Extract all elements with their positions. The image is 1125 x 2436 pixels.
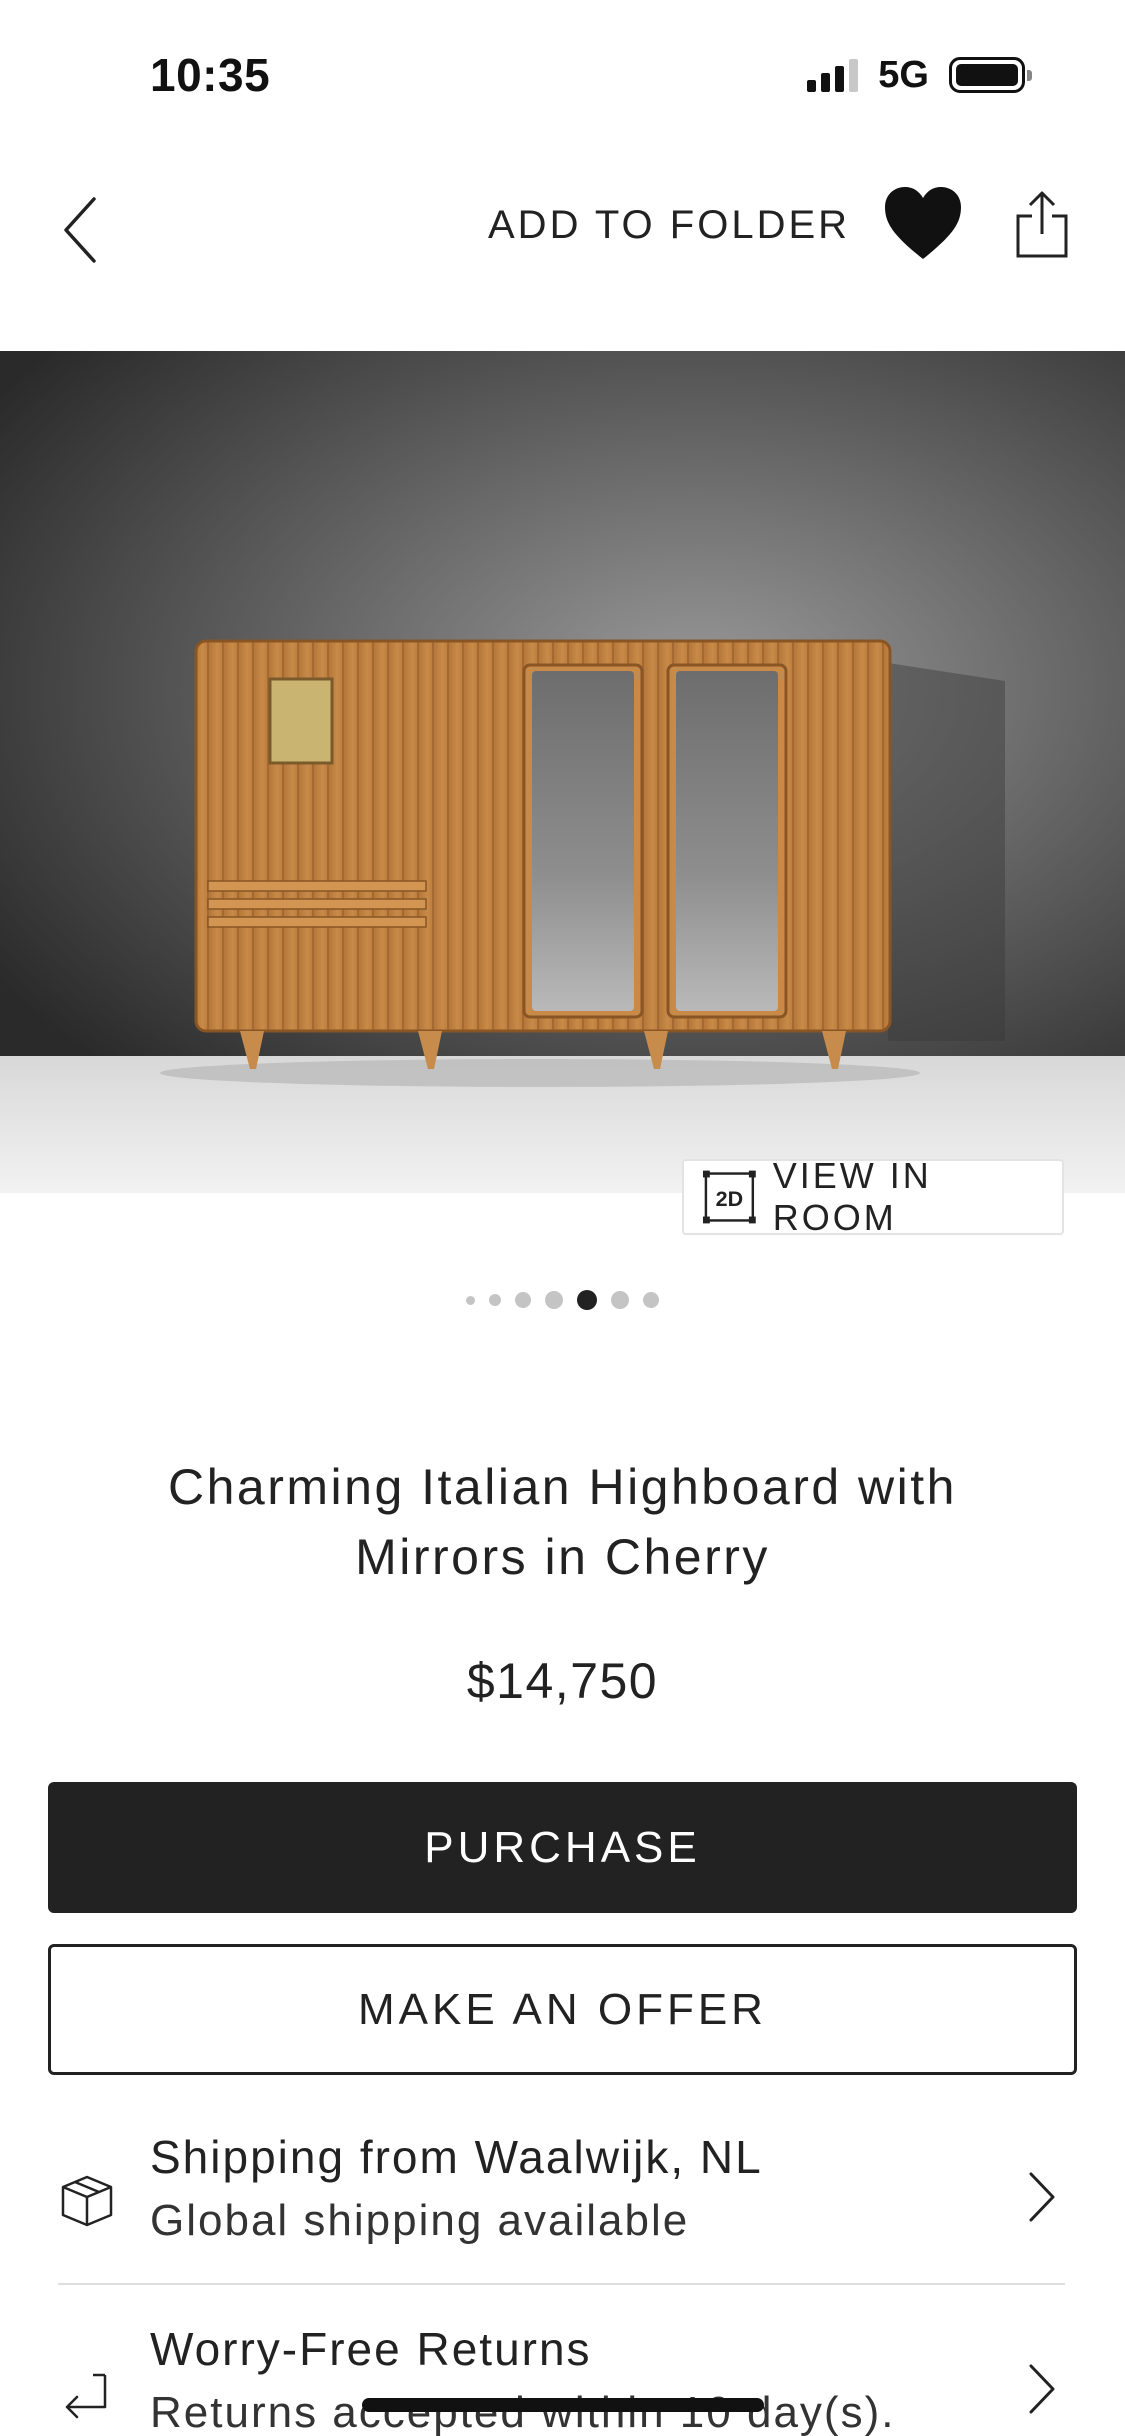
view-in-room-badge: 2D [716,1187,743,1211]
view-in-room-button[interactable]: 2D VIEW IN ROOM [682,1155,1064,1238]
status-bar: 10:35 5G [0,0,1125,150]
2d-frame-icon: 2D [702,1170,756,1224]
product-image[interactable] [0,351,1125,1193]
return-arrow-icon [56,2362,118,2424]
returns-title: Worry-Free Returns [150,2323,592,2375]
heart-icon [885,187,961,259]
shipping-row[interactable]: Shipping from Waalwijk, NL Global shippi… [48,2120,1077,2280]
highboard-image [0,351,1125,1193]
share-button[interactable] [1010,180,1074,270]
returns-row[interactable]: Worry-Free Returns Returns accepted with… [48,2312,1077,2436]
shipping-subtitle: Global shipping available [150,2196,690,2245]
carousel-dot[interactable] [611,1291,629,1309]
status-time: 10:35 [150,49,271,101]
share-icon [1016,191,1068,258]
product-title: Charming Italian Highboard with Mirrors … [168,1459,957,1585]
battery-icon [949,57,1032,93]
chevron-left-icon [64,197,96,263]
carousel-dot[interactable] [466,1295,475,1305]
package-icon [56,2170,118,2232]
shipping-title: Shipping from Waalwijk, NL [150,2131,763,2183]
purchase-button[interactable]: PURCHASE [48,1782,1077,1913]
back-button[interactable] [40,180,120,280]
row-divider [58,2283,1065,2285]
carousel-dot[interactable] [515,1292,531,1308]
product-price: $14,750 [466,1653,659,1709]
view-in-room-label: VIEW IN ROOM [772,1155,932,1238]
status-indicators: 5G [807,53,1032,96]
network-label: 5G [878,53,929,96]
chevron-right-icon [1017,2354,1067,2424]
returns-subtitle: Returns accepted within 10 day(s). [150,2388,896,2436]
nav-bar: ADD TO FOLDER [0,150,1125,350]
carousel-dot[interactable] [545,1291,563,1309]
carousel-dots[interactable] [0,1280,1125,1320]
chevron-right-icon [1017,2162,1067,2232]
carousel-dot[interactable] [643,1292,659,1308]
carousel-dot[interactable] [489,1294,501,1306]
favorite-button[interactable] [880,178,966,268]
home-indicator[interactable] [362,2398,764,2412]
signal-icon [807,58,859,92]
carousel-dot-active[interactable] [577,1290,597,1310]
add-to-folder-button[interactable]: ADD TO FOLDER [488,200,850,250]
make-offer-button[interactable]: MAKE AN OFFER [48,1944,1077,2075]
